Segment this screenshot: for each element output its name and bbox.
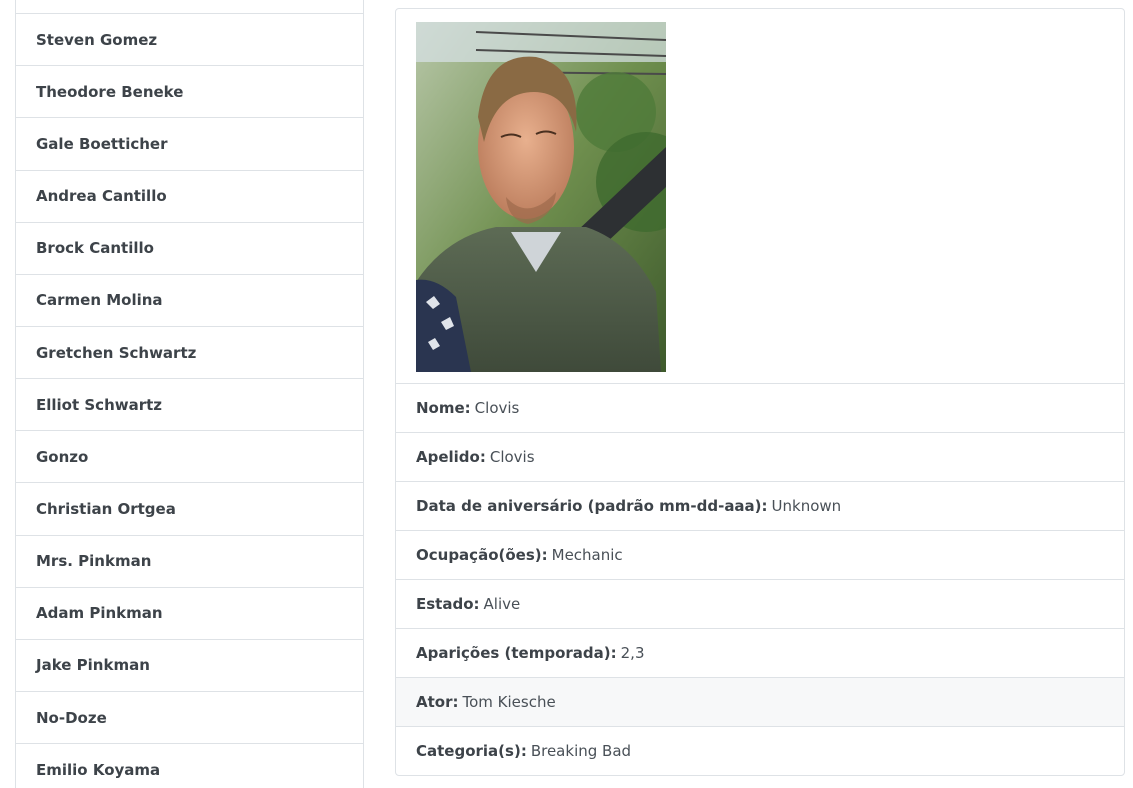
list-item[interactable]: Jake Pinkman	[15, 639, 364, 692]
info-row-nickname: Apelido: Clovis	[396, 433, 1124, 482]
list-item[interactable]: Emilio Koyama	[15, 744, 364, 788]
list-item[interactable]: Gonzo	[15, 431, 364, 484]
list-item[interactable]: Theodore Beneke	[15, 66, 364, 119]
list-item[interactable]: Mrs. Pinkman	[15, 535, 364, 588]
page: Steven Gomez Theodore Beneke Gale Boetti…	[0, 0, 1133, 788]
info-row-category: Categoria(s): Breaking Bad	[396, 727, 1124, 775]
list-item[interactable]: Adam Pinkman	[15, 587, 364, 640]
list-item[interactable]: Brock Cantillo	[15, 222, 364, 275]
info-row-occupation: Ocupação(ões): Mechanic	[396, 531, 1124, 580]
list-item[interactable]: Gretchen Schwartz	[15, 326, 364, 380]
field-value: Breaking Bad	[530, 742, 632, 760]
info-row-birthday: Data de aniversário (padrão mm-dd-aaa): …	[396, 482, 1124, 531]
field-value: Clovis	[489, 448, 535, 466]
info-row-actor[interactable]: Ator: Tom Kiesche	[396, 678, 1124, 727]
list-item[interactable]: Andrea Cantillo	[15, 170, 364, 223]
field-label: Estado:	[416, 595, 480, 613]
field-value: 2,3	[620, 644, 645, 662]
list-item[interactable]: Carmen Molina	[15, 274, 364, 327]
field-label: Aparições (temporada):	[416, 644, 617, 662]
field-value: Mechanic	[551, 546, 623, 564]
info-row-name: Nome: Clovis	[396, 384, 1124, 433]
character-list: Steven Gomez Theodore Beneke Gale Boetti…	[15, 0, 364, 788]
field-label: Ocupação(ões):	[416, 546, 548, 564]
list-item[interactable]: Gale Boetticher	[15, 118, 364, 171]
field-label: Apelido:	[416, 448, 486, 466]
list-item[interactable]: Steven Gomez	[15, 14, 364, 67]
list-item[interactable]: Christian Ortgea	[15, 483, 364, 536]
character-detail-card: Nome: Clovis Apelido: Clovis Data de ani…	[395, 8, 1125, 776]
info-row-status: Estado: Alive	[396, 580, 1124, 629]
photo-container	[396, 9, 1124, 384]
field-value: Clovis	[474, 399, 520, 417]
list-item[interactable]: Elliot Schwartz	[15, 379, 364, 432]
field-label: Categoria(s):	[416, 742, 527, 760]
info-row-appearances: Aparições (temporada): 2,3	[396, 629, 1124, 678]
character-photo	[416, 22, 666, 372]
field-label: Nome:	[416, 399, 471, 417]
field-label: Ator:	[416, 693, 459, 711]
field-value: Tom Kiesche	[462, 693, 556, 711]
field-value: Alive	[483, 595, 521, 613]
field-label: Data de aniversário (padrão mm-dd-aaa):	[416, 497, 768, 515]
field-value: Unknown	[771, 497, 842, 515]
list-item[interactable]	[15, 0, 364, 15]
list-item[interactable]: No-Doze	[15, 691, 364, 745]
